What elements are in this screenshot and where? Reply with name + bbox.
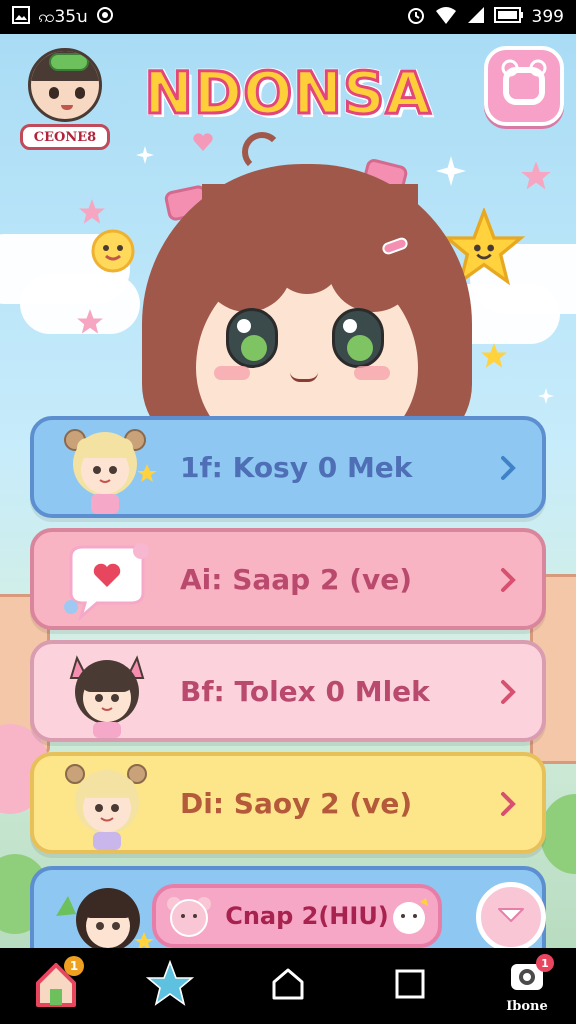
bunny-face-icon	[386, 894, 432, 944]
profile-badge: 1	[536, 954, 554, 972]
status-bar: ꩡ35ꭒ 399	[0, 0, 576, 34]
avatar-label: CEONE8	[20, 124, 110, 150]
smiling-sun-icon	[84, 222, 142, 284]
battery-icon	[493, 6, 524, 29]
cat-girl-icon	[52, 648, 162, 740]
heart-bubble-icon	[52, 536, 162, 628]
sparkle-icon	[538, 388, 554, 408]
image-notification-icon	[12, 5, 30, 29]
star-icon	[76, 308, 104, 340]
alarm-icon	[406, 5, 426, 30]
status-left-text: ꩡ35ꭒ	[38, 6, 88, 27]
frog-hat-icon	[49, 53, 89, 71]
menu-item-label: Di: Saoy 2 (ve)	[180, 786, 413, 820]
recent-apps-icon	[392, 966, 428, 1006]
chevron-right-icon	[492, 564, 524, 596]
partial-item-pill[interactable]: Cnap 2(HIU)	[152, 884, 442, 948]
partial-item-label: Cnap 2(HIU)	[225, 902, 389, 930]
nav-star-app[interactable]	[140, 948, 200, 1024]
blonde-girl-icon	[52, 760, 162, 852]
app-logo: NDONSA	[143, 58, 432, 129]
nav-profile[interactable]: 1 Ibone	[492, 948, 562, 1024]
bear-face-icon	[164, 894, 214, 944]
bag-icon	[498, 58, 550, 114]
menu-item-1[interactable]: 1f: Kosy 0 Mek	[30, 416, 546, 518]
bag-button[interactable]	[484, 46, 564, 126]
nav-home[interactable]: 1	[26, 948, 86, 1024]
sync-icon	[96, 6, 114, 29]
nav-recent-apps[interactable]	[380, 948, 440, 1024]
battery-level: 399	[531, 7, 564, 27]
chevron-right-icon	[492, 452, 524, 484]
menu-item-2[interactable]: Ai: Saap 2 (ve)	[30, 528, 546, 630]
system-home-icon	[268, 964, 308, 1008]
bear-girl-icon	[52, 424, 162, 516]
menu-item-label: Ai: Saap 2 (ve)	[180, 562, 413, 596]
bottom-nav: 1 1 Ibone	[0, 948, 576, 1024]
menu-item-3[interactable]: Bf: Tolex 0 Mlek	[30, 640, 546, 742]
chevron-right-icon	[492, 788, 524, 820]
scroll-down-button[interactable]	[476, 882, 546, 952]
hero-character	[142, 132, 472, 458]
menu-item-label: 1f: Kosy 0 Mek	[180, 450, 413, 484]
menu-item-label: Bf: Tolex 0 Mlek	[180, 674, 430, 708]
star-icon	[480, 342, 508, 374]
signal-icon	[466, 5, 486, 30]
star-app-icon	[145, 959, 195, 1012]
wifi-icon	[434, 5, 458, 30]
menu-item-4[interactable]: Di: Saoy 2 (ve)	[30, 752, 546, 854]
chevron-down-icon	[497, 905, 525, 929]
profile-avatar[interactable]: CEONE8	[20, 48, 110, 156]
profile-nav-label: Ibone	[506, 999, 548, 1014]
nav-system-home[interactable]	[258, 948, 318, 1024]
avatar-face	[28, 48, 102, 122]
star-icon	[520, 160, 552, 196]
home-badge: 1	[64, 956, 84, 976]
chevron-right-icon	[492, 676, 524, 708]
